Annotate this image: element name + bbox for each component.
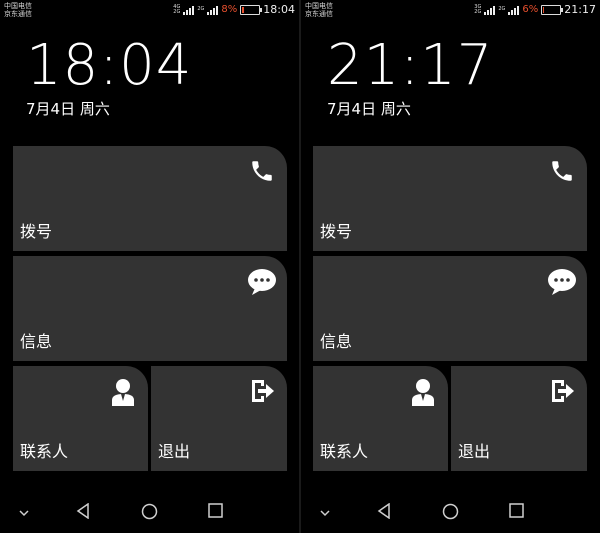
clock-time: 18:04 <box>26 33 193 98</box>
exit-icon <box>552 380 574 402</box>
status-time: 21:17 <box>564 3 596 16</box>
signal-icon <box>183 5 195 15</box>
contact-icon <box>112 379 134 406</box>
network-type-3: 2G <box>498 7 505 12</box>
phone-screen-left: 中国电信 京东通信 4G 2G 2G 8% 18:04 18:04 7月4日 周… <box>0 0 299 533</box>
network-type: 3G 2G <box>474 4 482 15</box>
message-icon <box>248 269 276 295</box>
home-icon[interactable] <box>442 503 459 520</box>
recents-icon[interactable] <box>509 503 524 518</box>
carrier-names: 中国电信 京东通信 <box>305 2 333 18</box>
message-tile[interactable]: 信息 <box>13 256 287 361</box>
battery-fill <box>242 6 244 13</box>
network-type-3-label: 2G <box>498 6 506 12</box>
carrier-1: 中国电信 <box>4 2 32 10</box>
contact-icon <box>412 379 434 406</box>
message-icon <box>548 269 576 295</box>
message-label: 信息 <box>20 332 53 351</box>
network-type-2: 2G <box>173 8 181 15</box>
exit-label: 退出 <box>158 442 191 461</box>
contacts-label: 联系人 <box>320 442 369 461</box>
chevron-down-icon[interactable] <box>19 509 29 517</box>
status-icons: 3G 2G 2G 6% 21:17 <box>474 3 596 16</box>
status-bar: 中国电信 京东通信 4G 2G 2G 8% 18:04 <box>0 0 299 22</box>
carrier-names: 中国电信 京东通信 <box>4 2 32 18</box>
status-bar: 中国电信 京东通信 3G 2G 2G 6% 21:17 <box>301 0 600 22</box>
dial-label: 拨号 <box>20 222 53 241</box>
clock-date: 7月4日 周六 <box>26 100 110 118</box>
exit-tile[interactable]: 退出 <box>451 366 587 471</box>
battery-fill <box>543 6 545 13</box>
clock-time: 21:17 <box>327 33 494 98</box>
battery-percent: 8% <box>221 4 238 15</box>
clock-date: 7月4日 周六 <box>327 100 411 118</box>
home-icon[interactable] <box>141 503 158 520</box>
navigation-bar <box>301 495 600 533</box>
phone-icon <box>552 161 572 181</box>
back-icon[interactable] <box>76 503 90 519</box>
phone-screen-right: 中国电信 京东通信 3G 2G 2G 6% 21:17 21:17 7月4日 周… <box>301 0 600 533</box>
recents-icon[interactable] <box>208 503 223 518</box>
signal-icon-2 <box>508 5 520 15</box>
dial-label: 拨号 <box>320 222 353 241</box>
back-icon[interactable] <box>377 503 391 519</box>
dial-tile[interactable]: 拨号 <box>313 146 587 251</box>
message-label: 信息 <box>320 332 353 351</box>
battery-percent: 6% <box>522 4 539 15</box>
phone-icon <box>252 161 272 181</box>
network-type-3: 2G <box>197 7 204 12</box>
message-tile[interactable]: 信息 <box>313 256 587 361</box>
battery-icon <box>541 4 564 15</box>
status-time: 18:04 <box>263 3 295 16</box>
dial-tile[interactable]: 拨号 <box>13 146 287 251</box>
navigation-bar <box>0 495 299 533</box>
network-type-2: 2G <box>474 8 482 15</box>
exit-label: 退出 <box>458 442 491 461</box>
carrier-2: 京东通信 <box>305 10 333 18</box>
carrier-2: 京东通信 <box>4 10 32 18</box>
signal-icon <box>484 5 496 15</box>
status-icons: 4G 2G 2G 8% 18:04 <box>173 3 295 16</box>
exit-tile[interactable]: 退出 <box>151 366 287 471</box>
network-type-3-label: 2G <box>197 6 205 12</box>
contacts-tile[interactable]: 联系人 <box>13 366 148 471</box>
battery-icon <box>240 4 263 15</box>
carrier-1: 中国电信 <box>305 2 333 10</box>
signal-icon-2 <box>207 5 219 15</box>
exit-icon <box>252 380 274 402</box>
contacts-tile[interactable]: 联系人 <box>313 366 448 471</box>
network-type: 4G 2G <box>173 4 181 15</box>
chevron-down-icon[interactable] <box>320 509 330 517</box>
contacts-label: 联系人 <box>20 442 69 461</box>
